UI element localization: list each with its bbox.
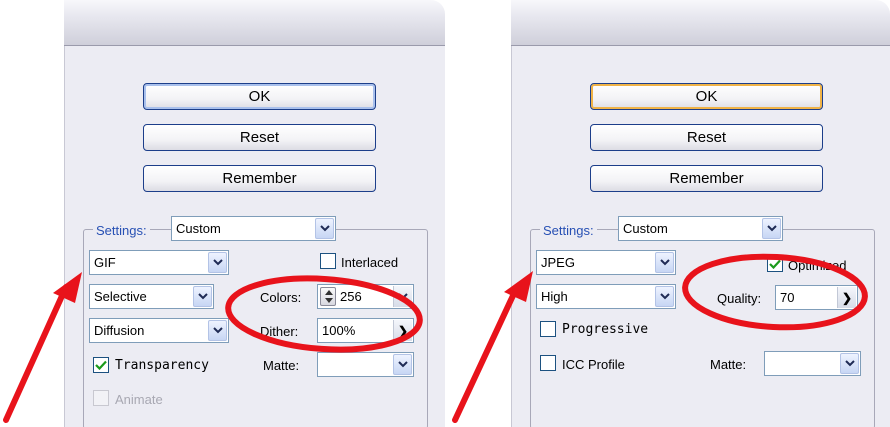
- optimized-checkbox[interactable]: [767, 256, 783, 272]
- ok-button[interactable]: OK: [590, 83, 823, 110]
- interlaced-label: Interlaced: [341, 255, 399, 270]
- dither-algorithm-dropdown[interactable]: Diffusion: [89, 318, 229, 343]
- optimized-label: Optimized: [788, 258, 847, 273]
- settings-dropdown[interactable]: Custom: [618, 216, 783, 241]
- matte-dropdown[interactable]: [764, 351, 861, 376]
- jpeg-settings-panel: OK Reset Remember Settings: Custom JPEG …: [511, 0, 890, 427]
- gif-settings-panel: OK Reset Remember Settings: Custom GIF I…: [64, 0, 445, 427]
- settings-label: Settings:: [93, 223, 150, 238]
- matte-label: Matte:: [710, 357, 747, 372]
- animate-checkbox: [93, 390, 109, 406]
- chevron-down-icon: [208, 320, 227, 341]
- quality-field[interactable]: 70 ❯: [775, 285, 858, 310]
- format-dropdown[interactable]: JPEG: [536, 250, 676, 275]
- chevron-down-icon[interactable]: [393, 286, 412, 307]
- check-icon: [769, 259, 781, 269]
- remember-button[interactable]: Remember: [143, 165, 376, 192]
- chevron-down-icon: [655, 252, 674, 273]
- quality-preset-dropdown[interactable]: High: [536, 284, 676, 309]
- progressive-label: Progressive: [562, 322, 649, 337]
- icc-profile-checkbox[interactable]: [540, 355, 556, 371]
- dialog-body: OK Reset Remember Settings: Custom JPEG …: [511, 46, 890, 427]
- format-dropdown[interactable]: GIF: [89, 250, 229, 275]
- colors-field[interactable]: 256: [317, 284, 414, 309]
- title-bar: [64, 0, 445, 46]
- chevron-right-icon[interactable]: ❯: [393, 320, 412, 341]
- chevron-down-icon: [655, 286, 674, 307]
- check-icon: [95, 360, 107, 370]
- matte-dropdown[interactable]: [317, 352, 414, 377]
- settings-label: Settings:: [540, 223, 597, 238]
- chevron-down-icon: [393, 354, 412, 375]
- chevron-right-icon[interactable]: ❯: [837, 287, 856, 308]
- interlaced-checkbox[interactable]: [320, 253, 336, 269]
- progressive-checkbox[interactable]: [540, 321, 556, 337]
- colors-label: Colors:: [260, 290, 302, 305]
- transparency-label: Transparency: [115, 358, 209, 373]
- chevron-down-icon: [193, 286, 212, 307]
- matte-label: Matte:: [263, 358, 300, 373]
- remember-button[interactable]: Remember: [590, 165, 823, 192]
- animate-label: Animate: [115, 392, 163, 407]
- reset-button[interactable]: Reset: [143, 124, 376, 151]
- chevron-down-icon: [762, 218, 781, 239]
- chevron-down-icon: [840, 353, 859, 374]
- quality-label: Quality:: [717, 291, 762, 306]
- dither-field[interactable]: 100% ❯: [317, 318, 414, 343]
- chevron-down-icon: [208, 252, 227, 273]
- dither-label: Dither:: [260, 324, 299, 339]
- reset-button[interactable]: Reset: [590, 124, 823, 151]
- settings-dropdown[interactable]: Custom: [171, 216, 336, 241]
- color-reduction-dropdown[interactable]: Selective: [89, 284, 214, 309]
- chevron-down-icon: [315, 218, 334, 239]
- ok-button[interactable]: OK: [143, 83, 376, 110]
- dialog-body: OK Reset Remember Settings: Custom GIF I…: [64, 46, 445, 427]
- spin-updown-icon[interactable]: [320, 287, 336, 306]
- icc-profile-label: ICC Profile: [562, 357, 625, 372]
- transparency-checkbox[interactable]: [93, 357, 109, 373]
- title-bar: [511, 0, 890, 46]
